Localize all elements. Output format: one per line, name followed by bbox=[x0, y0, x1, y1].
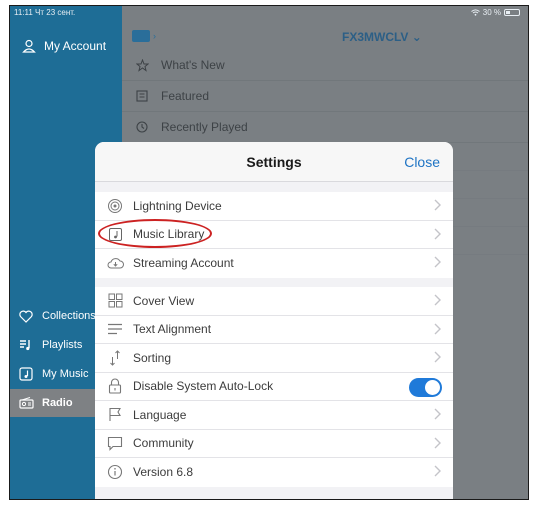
chevron-right-icon: › bbox=[153, 31, 156, 41]
menu-item-label: Recently Played bbox=[161, 120, 248, 134]
featured-icon bbox=[135, 89, 149, 103]
chevron-right-icon bbox=[434, 408, 441, 420]
info-icon bbox=[106, 463, 124, 481]
music-note-icon bbox=[18, 366, 34, 382]
settings-row-label: Cover View bbox=[133, 293, 195, 308]
settings-row-disable-auto-lock: Disable System Auto-Lock bbox=[95, 373, 453, 401]
chevron-right-icon bbox=[434, 294, 441, 306]
menu-item-recently-played[interactable]: Recently Played bbox=[122, 112, 528, 143]
lightning-device-icon bbox=[106, 197, 124, 215]
settings-row-label: Sorting bbox=[133, 350, 172, 365]
status-right: 30 % bbox=[470, 8, 520, 17]
sidebar-item-label: My Music bbox=[42, 368, 89, 380]
clock-icon bbox=[135, 120, 149, 134]
chevron-right-icon bbox=[434, 323, 441, 334]
sidebar-item-label: Radio bbox=[42, 397, 73, 409]
settings-row-version[interactable]: Version 6.8 bbox=[95, 458, 453, 487]
settings-row-language[interactable]: Language bbox=[95, 401, 453, 430]
wifi-icon bbox=[470, 9, 480, 16]
chat-icon bbox=[106, 434, 124, 452]
settings-row-label: Language bbox=[133, 407, 187, 422]
settings-row-label: Text Alignment bbox=[133, 322, 212, 337]
chevron-right-icon bbox=[434, 351, 441, 363]
status-time: 11:11 Чт 23 сент. bbox=[14, 8, 76, 17]
battery-icon bbox=[504, 9, 520, 16]
settings-row-sorting[interactable]: Sorting bbox=[95, 344, 453, 373]
menu-item-label: Featured bbox=[161, 89, 210, 103]
settings-row-text-alignment[interactable]: Text Alignment bbox=[95, 316, 453, 344]
settings-row-lightning-device[interactable]: Lightning Device bbox=[95, 192, 453, 221]
sidebar-item-label: Collections bbox=[42, 310, 96, 322]
lock-icon bbox=[106, 377, 124, 395]
text-align-icon bbox=[106, 320, 124, 338]
menu-item-label: What's New bbox=[161, 58, 225, 72]
user-icon bbox=[22, 39, 36, 53]
heart-icon bbox=[18, 308, 34, 324]
battery-percent: 30 % bbox=[482, 8, 501, 17]
playlist-icon bbox=[18, 337, 34, 353]
settings-modal: Settings Close Lightning Device Music Li… bbox=[95, 142, 453, 499]
status-bar: 11:11 Чт 23 сент. 30 % bbox=[10, 6, 528, 20]
chevron-right-icon bbox=[434, 465, 441, 477]
menu-item-featured[interactable]: Featured bbox=[122, 81, 528, 112]
settings-group-display: Cover View Text Alignment Sorting Disabl… bbox=[95, 287, 453, 487]
sidebar-item-label: Playlists bbox=[42, 339, 83, 351]
chevron-right-icon bbox=[434, 228, 441, 239]
flag-icon bbox=[106, 406, 124, 424]
app-window: 11:11 Чт 23 сент. 30 % My Account Collec… bbox=[9, 5, 529, 500]
settings-row-music-library[interactable]: Music Library bbox=[95, 221, 453, 249]
settings-row-community[interactable]: Community bbox=[95, 430, 453, 458]
menu-item-whats-new[interactable]: What's New bbox=[122, 50, 528, 81]
chevron-right-icon bbox=[434, 437, 441, 448]
settings-row-label: Version 6.8 bbox=[133, 465, 194, 480]
settings-title: Settings bbox=[246, 154, 302, 170]
music-library-icon bbox=[106, 225, 124, 243]
settings-row-cover-view[interactable]: Cover View bbox=[95, 287, 453, 316]
auto-lock-toggle[interactable] bbox=[409, 377, 442, 397]
grid-icon bbox=[106, 292, 124, 310]
star-icon bbox=[135, 58, 149, 72]
top-bar: › FX3MWCLV ⌄ bbox=[122, 20, 528, 50]
settings-row-label: Disable System Auto-Lock bbox=[133, 379, 274, 394]
device-icon[interactable] bbox=[132, 30, 150, 42]
settings-row-streaming-account[interactable]: Streaming Account bbox=[95, 249, 453, 278]
sort-icon bbox=[106, 349, 124, 367]
radio-icon bbox=[18, 395, 34, 411]
close-button[interactable]: Close bbox=[404, 154, 440, 170]
chevron-right-icon bbox=[434, 256, 441, 268]
settings-row-label: Music Library bbox=[133, 227, 205, 242]
sidebar-account-label: My Account bbox=[44, 39, 107, 53]
streaming-cloud-icon bbox=[106, 254, 124, 272]
settings-header: Settings Close bbox=[95, 142, 453, 182]
device-title[interactable]: FX3MWCLV ⌄ bbox=[342, 30, 422, 44]
chevron-right-icon bbox=[434, 199, 441, 211]
settings-group-source: Lightning Device Music Library Streaming… bbox=[95, 192, 453, 278]
settings-row-label: Streaming Account bbox=[133, 256, 234, 271]
settings-row-label: Community bbox=[133, 436, 194, 451]
sidebar-my-account[interactable]: My Account bbox=[10, 34, 122, 58]
settings-row-label: Lightning Device bbox=[133, 198, 222, 213]
